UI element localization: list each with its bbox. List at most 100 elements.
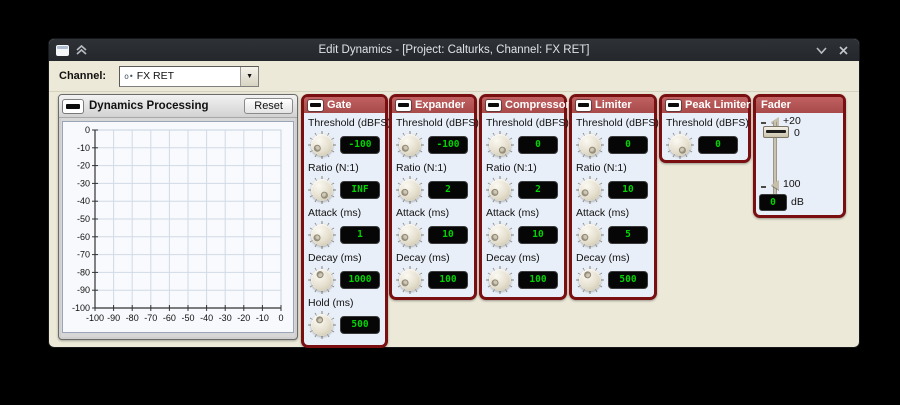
panel-fader: Fader +20 0 100 0 dB — [753, 94, 846, 218]
limiter-ratio-knob[interactable] — [576, 176, 604, 204]
panel-peak-limiter: Peak Limiter Threshold (dBFS) 0 — [659, 94, 751, 163]
compressor-decay-knob[interactable] — [486, 266, 514, 294]
dynamics-processing-header: Dynamics Processing Reset — [59, 95, 297, 118]
compressor-enable-checkbox[interactable] — [486, 100, 501, 111]
expander-attack: Attack (ms) 10 — [395, 207, 471, 250]
limiter-ratio-display: 10 — [608, 181, 648, 199]
gate-hold-display: 500 — [340, 316, 380, 334]
limiter-decay-display: 500 — [608, 271, 648, 289]
fader-max-tick — [761, 122, 766, 124]
compressor-title: Compressor — [505, 99, 570, 111]
svg-text:-50: -50 — [77, 214, 90, 224]
channel-label: Channel: — [59, 70, 106, 82]
gate-attack: Attack (ms) 1 — [307, 207, 382, 250]
svg-text:-100: -100 — [72, 303, 90, 313]
expander-threshold-knob[interactable] — [396, 131, 424, 159]
limiter-attack: Attack (ms) 5 — [575, 207, 651, 250]
limiter-decay-knob[interactable] — [576, 266, 604, 294]
svg-text:-20: -20 — [77, 161, 90, 171]
expander-decay-knob[interactable] — [396, 266, 424, 294]
fader-body: +20 0 100 0 dB — [756, 113, 843, 212]
gate-threshold-knob[interactable] — [308, 131, 336, 159]
peak-limiter-enable-checkbox[interactable] — [666, 100, 681, 111]
limiter-attack-display: 5 — [608, 226, 648, 244]
expander-enable-checkbox[interactable] — [396, 100, 411, 111]
compressor-threshold-knob[interactable] — [486, 131, 514, 159]
svg-text:-50: -50 — [181, 313, 194, 323]
dynamics-enable-checkbox[interactable] — [63, 100, 83, 113]
fader-min-label: 100 — [783, 178, 801, 190]
fader-header: Fader — [756, 97, 843, 113]
gate-decay-knob[interactable] — [308, 266, 336, 294]
dynamics-processing-panel: Dynamics Processing Reset 0-10-20-30-40-… — [58, 94, 298, 340]
control-label: Ratio (N:1) — [396, 162, 471, 174]
compressor-ratio-knob[interactable] — [486, 176, 514, 204]
limiter-threshold-knob[interactable] — [576, 131, 604, 159]
svg-text:-80: -80 — [77, 267, 90, 277]
channel-select[interactable]: o• FX RET ▼ — [119, 66, 259, 87]
svg-text:-80: -80 — [126, 313, 139, 323]
chevron-down-icon[interactable] — [815, 46, 828, 55]
dynamics-graph: 0-10-20-30-40-50-60-70-80-90-100-100-90-… — [63, 122, 293, 330]
knob-pointer — [390, 125, 429, 164]
gate-header: Gate — [304, 97, 385, 113]
expander-attack-knob[interactable] — [396, 221, 424, 249]
svg-text:-60: -60 — [163, 313, 176, 323]
peak-limiter-header: Peak Limiter — [662, 97, 748, 113]
titlebar[interactable]: Edit Dynamics - [Project: Calturks, Chan… — [49, 39, 859, 61]
shade-up-icon[interactable] — [75, 44, 88, 56]
expander-title: Expander — [415, 99, 465, 111]
control-label: Threshold (dBFS) — [486, 117, 561, 129]
compressor-attack-knob[interactable] — [486, 221, 514, 249]
expander-ratio-knob[interactable] — [396, 176, 424, 204]
svg-text:-90: -90 — [77, 285, 90, 295]
expander-decay-display: 100 — [428, 271, 468, 289]
compressor-threshold: Threshold (dBFS) 0 — [485, 117, 561, 160]
knob-pointer — [390, 170, 429, 209]
gate-decay-display: 1000 — [340, 271, 380, 289]
svg-text:0: 0 — [85, 125, 90, 135]
limiter-ratio: Ratio (N:1) 10 — [575, 162, 651, 205]
knob-pointer — [480, 260, 520, 300]
svg-text:-90: -90 — [107, 313, 120, 323]
reset-button[interactable]: Reset — [244, 98, 293, 114]
channel-selected-value: FX RET — [137, 70, 240, 82]
expander-decay: Decay (ms) 100 — [395, 252, 471, 295]
close-icon[interactable] — [838, 45, 849, 56]
compressor-threshold-display: 0 — [518, 136, 558, 154]
expander-threshold-display: -100 — [428, 136, 468, 154]
svg-text:0: 0 — [278, 313, 283, 323]
expander-header: Expander — [392, 97, 474, 113]
limiter-decay: Decay (ms) 500 — [575, 252, 651, 295]
peak-limiter-threshold-display: 0 — [698, 136, 738, 154]
window-title: Edit Dynamics - [Project: Calturks, Chan… — [49, 44, 859, 56]
control-label: Threshold (dBFS) — [576, 117, 651, 129]
channel-dropdown-arrow[interactable]: ▼ — [240, 67, 258, 86]
limiter-header: Limiter — [572, 97, 654, 113]
svg-text:-100: -100 — [86, 313, 104, 323]
gate-ratio-knob[interactable] — [308, 176, 336, 204]
fader-handle[interactable] — [763, 126, 789, 138]
content-area: Dynamics Processing Reset 0-10-20-30-40-… — [49, 92, 859, 347]
knob-pointer — [570, 125, 609, 164]
gate-attack-display: 1 — [340, 226, 380, 244]
gate-ratio-display: INF — [340, 181, 380, 199]
knob-pointer — [302, 305, 341, 344]
peak-limiter-threshold-knob[interactable] — [666, 131, 694, 159]
gate-attack-knob[interactable] — [308, 221, 336, 249]
knob-pointer — [303, 261, 342, 300]
compressor-attack: Attack (ms) 10 — [485, 207, 561, 250]
window-menu-icon[interactable] — [56, 45, 69, 56]
knob-pointer — [390, 215, 429, 254]
gate-enable-checkbox[interactable] — [308, 100, 323, 111]
knob-pointer — [480, 125, 519, 164]
limiter-enable-checkbox[interactable] — [576, 100, 591, 111]
fader-unit-label: dB — [791, 196, 804, 208]
limiter-attack-knob[interactable] — [576, 221, 604, 249]
gate-hold-knob[interactable] — [308, 311, 336, 339]
svg-text:-70: -70 — [144, 313, 157, 323]
expander-attack-display: 10 — [428, 226, 468, 244]
svg-text:-30: -30 — [219, 313, 232, 323]
gate-hold: Hold (ms) 500 — [307, 297, 382, 340]
svg-text:-20: -20 — [237, 313, 250, 323]
